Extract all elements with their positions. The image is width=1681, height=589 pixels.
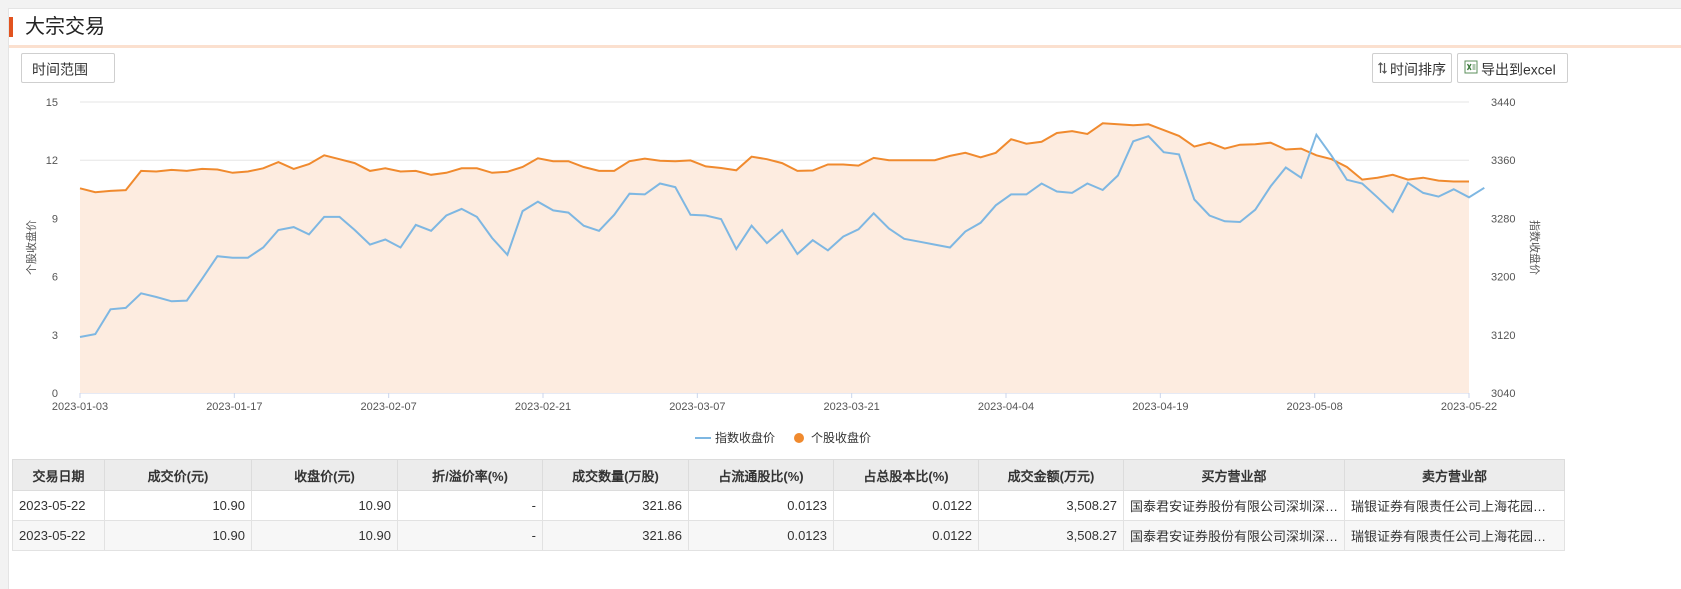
cell-seller[interactable]: 瑞银证券有限责任公司上海花园… [1344,520,1566,551]
x-tick-label: 2023-02-21 [515,401,571,413]
right-tick-label: 3360 [1491,155,1515,167]
cell-deal-price: 10.90 [104,520,252,551]
cell-float-ratio: 0.0123 [688,490,834,521]
x-tick-label: 2023-05-08 [1287,401,1343,413]
left-tick-label: 12 [46,155,58,167]
title-bar: 大宗交易 [9,9,1681,45]
excel-icon [1464,55,1478,83]
left-axis-label: 个股收盘价 [24,220,38,275]
cell-trade-date: 2023-05-22 [12,490,105,521]
right-tick-label: 3200 [1491,272,1515,284]
x-axis-ticks: 2023-01-03 2023-01-17 2023-02-07 2023-02-21… [52,393,1497,413]
left-tick-label: 3 [52,330,58,342]
table-header-row: 交易日期 成交价(元) 收盘价(元) 折/溢价率(%) 成交数量(万股) 占流通… [12,459,1566,491]
table-row: 2023-05-22 10.90 10.90 - 321.86 0.0123 0… [12,490,1566,521]
cell-buyer[interactable]: 国泰君安证券股份有限公司深圳深… [1122,490,1346,521]
cell-close-price: 10.90 [251,520,398,551]
left-tick-label: 6 [52,272,58,284]
block-trade-table: 交易日期 成交价(元) 收盘价(元) 折/溢价率(%) 成交数量(万股) 占流通… [12,459,1566,551]
right-tick-label: 3440 [1491,97,1515,109]
cell-volume: 321.86 [542,490,689,521]
time-sort-button[interactable]: 时间排序 [1372,53,1452,83]
cell-float-ratio: 0.0123 [688,520,834,551]
col-header-buyer[interactable]: 买方营业部 [1122,459,1346,491]
right-axis-ticks: 3040 3120 3200 3280 3360 3440 [1491,97,1515,400]
legend-index-label[interactable]: 指数收盘价 [715,430,775,445]
price-line-chart: 0 3 6 9 12 15 3040 3120 3200 3280 3360 3440 2023-0… [24,97,1542,445]
cell-volume: 321.86 [542,520,689,551]
right-axis-label: 指数收盘价 [1528,220,1542,275]
legend-stock-label[interactable]: 个股收盘价 [811,430,871,445]
time-range-label: 时间范围 [32,61,88,78]
left-tick-label: 0 [52,388,58,400]
cell-trade-date: 2023-05-22 [12,520,105,551]
title-accent-bar [9,17,13,37]
cell-buyer[interactable]: 国泰君安证券股份有限公司深圳深… [1122,520,1346,551]
cell-premium-rate: - [397,490,543,521]
col-header-float-ratio[interactable]: 占流通股比(%) [688,459,834,491]
x-tick-label: 2023-01-03 [52,401,108,413]
col-header-amount[interactable]: 成交金额(万元) [978,459,1124,491]
x-tick-label: 2023-03-07 [669,401,725,413]
col-header-trade-date[interactable]: 交易日期 [12,459,105,491]
x-tick-label: 2023-05-22 [1441,401,1497,413]
time-range-button[interactable]: 时间范围 [21,53,115,83]
left-tick-label: 15 [46,97,58,109]
cell-premium-rate: - [397,520,543,551]
export-excel-label: 导出到excel [1481,61,1556,78]
stock-price-area [80,123,1469,394]
cell-total-ratio: 0.0122 [833,520,979,551]
table-row: 2023-05-22 10.90 10.90 - 321.86 0.0123 0… [12,520,1566,551]
title-underline [9,45,1681,48]
chart-legend: 指数收盘价 个股收盘价 [695,430,871,445]
x-tick-label: 2023-02-07 [361,401,417,413]
cell-amount: 3,508.27 [978,490,1124,521]
cell-amount: 3,508.27 [978,520,1124,551]
page-title: 大宗交易 [25,16,105,38]
block-trade-panel: 大宗交易 时间范围 时间排序 导出到excel 0 3 6 9 12 15 3040 312… [8,8,1681,589]
col-header-premium-rate[interactable]: 折/溢价率(%) [397,459,543,491]
sort-arrows-icon [1378,55,1387,83]
x-tick-label: 2023-03-21 [824,401,880,413]
cell-seller[interactable]: 瑞银证券有限责任公司上海花园… [1344,490,1566,521]
right-tick-label: 3120 [1491,330,1515,342]
x-tick-label: 2023-04-19 [1132,401,1188,413]
legend-stock-swatch[interactable] [794,433,804,443]
left-tick-label: 9 [52,213,58,225]
right-tick-label: 3280 [1491,213,1515,225]
cell-total-ratio: 0.0122 [833,490,979,521]
cell-close-price: 10.90 [251,490,398,521]
col-header-deal-price[interactable]: 成交价(元) [104,459,252,491]
col-header-volume[interactable]: 成交数量(万股) [542,459,689,491]
time-sort-label: 时间排序 [1390,61,1446,78]
col-header-close-price[interactable]: 收盘价(元) [251,459,398,491]
x-tick-label: 2023-04-04 [978,401,1034,413]
cell-deal-price: 10.90 [104,490,252,521]
left-axis-ticks: 0 3 6 9 12 15 [46,97,58,400]
col-header-total-ratio[interactable]: 占总股本比(%) [833,459,979,491]
x-tick-label: 2023-01-17 [206,401,262,413]
export-excel-button[interactable]: 导出到excel [1457,53,1568,83]
col-header-seller[interactable]: 卖方营业部 [1344,459,1566,491]
right-tick-label: 3040 [1491,388,1515,400]
